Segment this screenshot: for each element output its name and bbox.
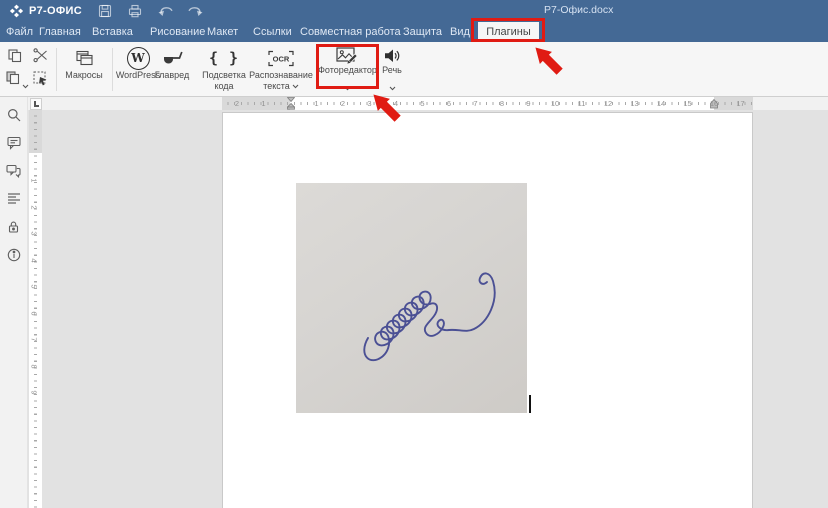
ruler-number: 1 (261, 99, 265, 108)
paste-dropdown-chevron-icon[interactable] (22, 76, 29, 94)
ocr-label: Распознавание (249, 71, 313, 80)
ruler-number: 10 (551, 99, 559, 108)
signature-scribble (296, 183, 527, 413)
code-highlight-button[interactable]: { } Подсветка кода (198, 42, 250, 96)
app-logo: Р7-ОФИС (9, 0, 82, 22)
ocr-icon: OCR (267, 45, 295, 71)
document-title: Р7-Офис.docx (544, 4, 613, 16)
ruler-number: 2 (341, 99, 345, 108)
ruler-number: 8 (30, 364, 39, 368)
ruler-number: 9 (526, 99, 530, 108)
lock-icon[interactable] (6, 219, 21, 234)
menu-tab-bar: Файл Главная Вставка Рисование Макет Ссы… (0, 22, 828, 42)
toolbar-divider (56, 48, 57, 91)
ruler-number: 8 (500, 99, 504, 108)
ruler-number: 13 (630, 99, 638, 108)
about-icon[interactable] (6, 247, 21, 262)
wordpress-icon: W (127, 45, 150, 71)
tab-insert[interactable]: Вставка (92, 22, 133, 42)
code-highlight-label: Подсветка (202, 71, 246, 80)
tab-layout[interactable]: Макет (207, 22, 238, 42)
copy-icon[interactable] (8, 49, 23, 68)
macros-icon (76, 45, 93, 71)
pipe-icon (161, 45, 183, 71)
ruler-number: 1 (314, 99, 318, 108)
ruler-number: 7 (30, 337, 39, 341)
ruler-number: 15 (683, 99, 691, 108)
tab-protection[interactable]: Защита (403, 22, 442, 42)
tab-file[interactable]: Файл (6, 22, 33, 42)
highlight-box-photo-editor (316, 44, 379, 89)
ruler-number: 11 (578, 99, 586, 108)
tab-collaboration[interactable]: Совместная работа (300, 22, 401, 42)
ruler-number: 16 (710, 99, 718, 108)
tab-home[interactable]: Главная (39, 22, 81, 42)
ruler-number: 14 (657, 99, 665, 108)
glavred-label: Главред (155, 71, 189, 80)
highlight-box-plugins-tab (471, 18, 545, 42)
ocr-label2: текста (263, 82, 299, 91)
macros-button[interactable]: Макросы (58, 42, 110, 96)
svg-text:OCR: OCR (273, 54, 290, 63)
search-icon[interactable] (6, 107, 21, 122)
app-logo-text: Р7-ОФИС (29, 5, 82, 17)
speech-label: Речь (382, 66, 402, 75)
tab-draw[interactable]: Рисование (150, 22, 205, 42)
undo-icon[interactable] (158, 4, 172, 18)
title-bar: Р7-ОФИС Р7-Офис.docx (0, 0, 828, 22)
r7-logo-icon (9, 4, 24, 18)
app-window: Р7-ОФИС Р7-Офис.docx Файл (0, 0, 828, 508)
ruler-number: 5 (420, 99, 424, 108)
select-icon[interactable] (33, 71, 49, 92)
ruler-number: 6 (447, 99, 451, 108)
paste-icon[interactable] (6, 71, 21, 90)
comments-icon[interactable] (6, 135, 21, 150)
braces-icon: { } (209, 45, 239, 71)
ruler-number: 9 (30, 390, 39, 394)
left-panel (0, 97, 28, 508)
signature-photo[interactable] (296, 183, 527, 413)
vertical-ruler[interactable]: 1 2 3 4 5 6 7 8 9 (29, 110, 42, 508)
speaker-icon (384, 45, 401, 66)
ruler-number: 2 (30, 205, 39, 209)
ruler-number: 4 (30, 258, 39, 262)
chat-icon[interactable] (6, 163, 21, 178)
ruler-number: 2 (235, 99, 239, 108)
ruler-number: 17 (736, 99, 744, 108)
speech-button[interactable]: Речь (377, 42, 407, 96)
glavred-button[interactable]: Главред (150, 42, 194, 96)
ruler-number: 1 (30, 178, 39, 182)
chevron-down-icon (292, 84, 299, 89)
red-arrow-to-plugins-tab (533, 45, 566, 78)
tab-stop-selector[interactable] (30, 98, 42, 110)
plugins-toolbar: Макросы W WordPress Главред { } Подсветк… (0, 42, 828, 97)
macros-label: Макросы (65, 71, 103, 80)
ruler-number: 6 (30, 311, 39, 315)
red-arrow-to-photo-editor (371, 92, 404, 125)
indent-marker[interactable] (287, 97, 295, 110)
save-icon[interactable] (98, 4, 112, 18)
text-cursor (529, 395, 531, 413)
ruler-number: 3 (30, 231, 39, 235)
horizontal-ruler[interactable]: 211234567891011121314151617 (222, 97, 753, 110)
redo-icon[interactable] (187, 4, 201, 18)
tab-view[interactable]: Вид (450, 22, 470, 42)
ruler-number: 5 (30, 284, 39, 288)
code-highlight-label2: кода (214, 82, 233, 91)
tab-references[interactable]: Ссылки (253, 22, 292, 42)
ruler-number: 7 (473, 99, 477, 108)
navigation-icon[interactable] (6, 191, 21, 206)
ruler-number: 12 (604, 99, 612, 108)
cut-icon[interactable] (33, 48, 48, 68)
print-icon[interactable] (128, 4, 142, 18)
ocr-button[interactable]: OCR Распознавание текста (244, 42, 318, 96)
